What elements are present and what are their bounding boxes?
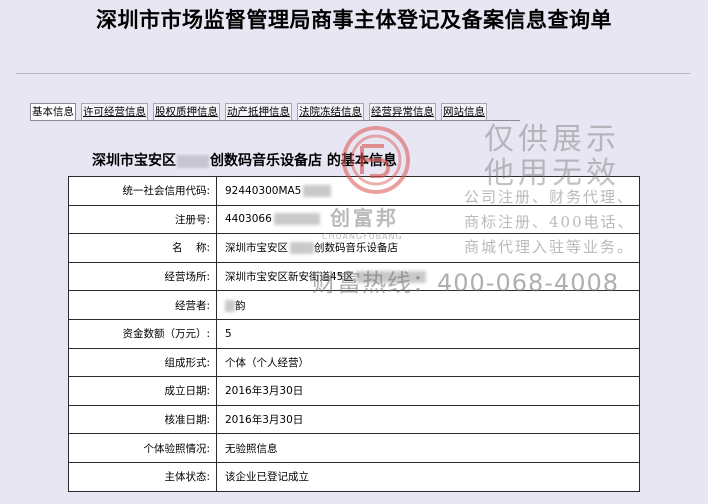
row-value: 4403066 — [216, 204, 640, 235]
tab-website-info[interactable]: 网站信息 — [441, 103, 487, 120]
row-value: 深圳市宝安区新安街道45区 — [216, 261, 640, 292]
table-row: 个体验照情况: 无验照信息 — [68, 433, 640, 463]
basic-info-table: 统一社会信用代码: 92440300MA5 注册号: 4403066 名 称: … — [68, 176, 640, 492]
redacted-mark — [290, 242, 314, 255]
tab-equity-pledge[interactable]: 股权质押信息 — [153, 103, 220, 120]
table-row: 经营场所: 深圳市宝安区新安街道45区 — [68, 261, 640, 292]
redacted-mark — [303, 184, 332, 197]
tab-bar: 基本信息 许可经营信息 股权质押信息 动产抵押信息 法院冻结信息 经营异常信息 … — [30, 103, 487, 120]
table-row: 统一社会信用代码: 92440300MA5 — [68, 176, 640, 206]
row-label: 核准日期: — [68, 404, 217, 435]
row-label: 资金数额（万元）: — [68, 318, 217, 349]
redacted-mark — [273, 213, 320, 226]
section-title-suffix: 创数码音乐设备店 的基本信息 — [210, 153, 397, 169]
tab-underline — [30, 120, 520, 121]
address-value: 深圳市宝安区新安街道45区 — [225, 271, 354, 284]
row-value: 深圳市宝安区 创数码音乐设备店 — [216, 233, 640, 263]
section-title: 深圳市宝安区 创数码音乐设备店 的基本信息 — [92, 150, 397, 170]
license-check-value: 无验照信息 — [216, 433, 640, 463]
redacted-mark — [225, 299, 235, 312]
table-row: 核准日期: 2016年3月30日 — [68, 404, 640, 435]
tab-license-info[interactable]: 许可经营信息 — [81, 103, 148, 120]
tab-court-freeze[interactable]: 法院冻结信息 — [297, 103, 364, 120]
redacted-mark — [355, 271, 426, 284]
page-title: 深圳市市场监督管理局商事主体登记及备案信息查询单 — [96, 8, 612, 32]
tab-abnormal-operation[interactable]: 经营异常信息 — [369, 103, 436, 120]
name-value-suffix: 创数码音乐设备店 — [314, 242, 398, 255]
table-row: 成立日期: 2016年3月30日 — [68, 376, 640, 406]
section-title-prefix: 深圳市宝安区 — [92, 153, 176, 169]
table-row: 注册号: 4403066 — [68, 204, 640, 235]
row-label: 成立日期: — [68, 376, 217, 406]
operator-value: 韵 — [235, 299, 246, 312]
row-label: 主体状态: — [68, 461, 217, 492]
row-label: 名 称: — [68, 233, 217, 263]
row-label: 经营者: — [68, 290, 217, 320]
divider — [16, 73, 690, 74]
established-date-value: 2016年3月30日 — [216, 376, 640, 406]
approval-date-value: 2016年3月30日 — [216, 404, 640, 435]
table-row: 名 称: 深圳市宝安区 创数码音乐设备店 — [68, 233, 640, 263]
tab-chattel-mortgage[interactable]: 动产抵押信息 — [225, 103, 292, 120]
table-row: 主体状态: 该企业已登记成立 — [68, 461, 640, 492]
tab-basic-info[interactable]: 基本信息 — [30, 103, 76, 120]
row-label: 注册号: — [68, 204, 217, 235]
table-row: 资金数额（万元）: 5 — [68, 318, 640, 349]
row-value: 92440300MA5 — [216, 176, 640, 206]
table-row: 经营者: 韵 — [68, 290, 640, 320]
row-label: 组成形式: — [68, 347, 217, 378]
form-value: 个体（个人经营） — [216, 347, 640, 378]
table-row: 组成形式: 个体（个人经营） — [68, 347, 640, 378]
redacted-mark — [177, 154, 209, 168]
capital-value: 5 — [216, 318, 640, 349]
row-label: 经营场所: — [68, 261, 217, 292]
row-label: 统一社会信用代码: — [68, 176, 217, 206]
credit-code-value: 92440300MA5 — [225, 184, 302, 197]
row-label: 个体验照情况: — [68, 433, 217, 463]
row-value: 韵 — [216, 290, 640, 320]
status-value: 该企业已登记成立 — [216, 461, 640, 492]
name-value-prefix: 深圳市宝安区 — [225, 242, 288, 255]
reg-number-value: 4403066 — [225, 213, 272, 226]
